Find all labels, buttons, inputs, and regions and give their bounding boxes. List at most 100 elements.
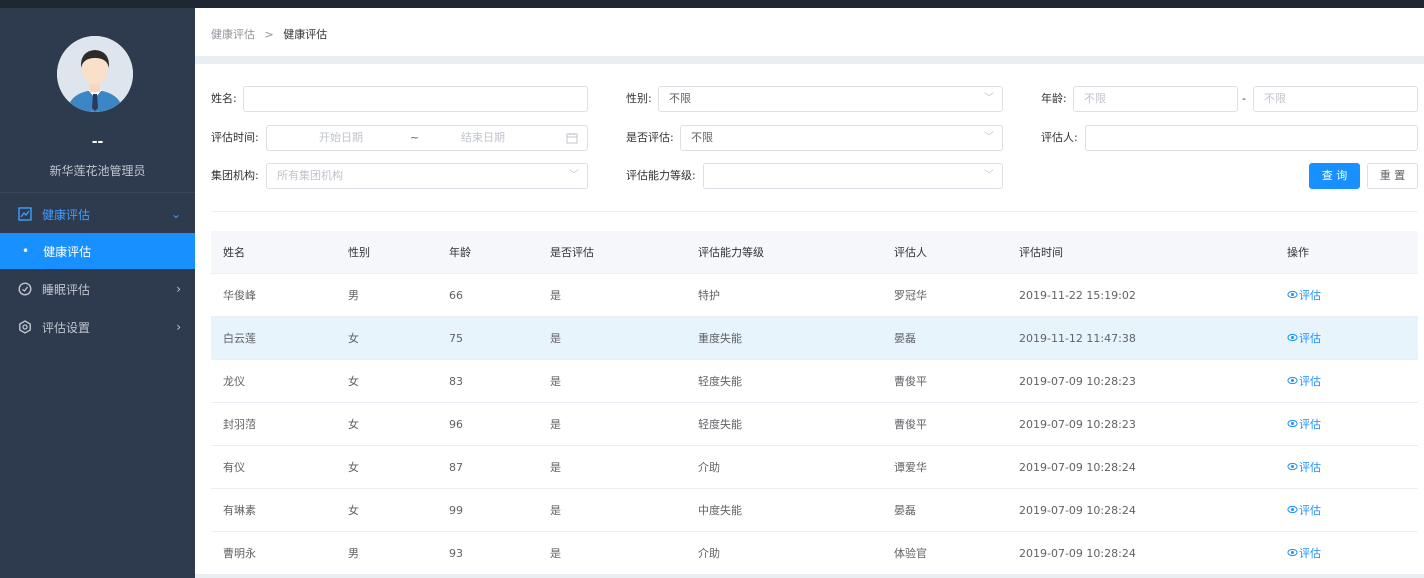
- age-max-input[interactable]: 不限: [1253, 86, 1418, 112]
- org-placeholder: 所有集团机构: [277, 169, 343, 182]
- cell-assessor: 罗冠华: [894, 289, 927, 302]
- assess-label: 评估: [1299, 332, 1321, 345]
- sidebar: -- 新华莲花池管理员 健康评估 ⌄ • 健康评估 睡眠评估 › 评估设置 ›: [0, 8, 195, 578]
- age-min-input[interactable]: 不限: [1073, 86, 1238, 112]
- cell-time: 2019-11-12 11:47:38: [1019, 332, 1136, 345]
- table-row[interactable]: 封羽菬 女 96 是 轻度失能 曹俊平 2019-07-09 10:28:23 评估: [211, 403, 1418, 446]
- assess-label: 评估: [1299, 289, 1321, 302]
- cell-name: 华俊峰: [223, 289, 256, 302]
- column-header-assessor: 评估人: [894, 246, 927, 259]
- column-header-name: 姓名: [223, 246, 245, 259]
- table-header: 姓名 性别 年龄 是否评估 评估能力等级 评估人 评估时间 操作: [211, 231, 1418, 274]
- avatar[interactable]: [57, 36, 133, 112]
- main-content: 健康评估 > 健康评估 姓名: 性别: 不限 ﹀ 年龄: 不限 - 不限 评估时…: [195, 8, 1424, 578]
- assess-button[interactable]: 评估: [1287, 360, 1321, 403]
- start-date-placeholder[interactable]: 开始日期: [319, 126, 363, 150]
- gender-label: 性别:: [626, 92, 652, 105]
- column-header-age: 年龄: [449, 246, 471, 259]
- cell-assessed: 是: [550, 504, 561, 517]
- chevron-right-icon: ›: [176, 320, 181, 334]
- assess-button[interactable]: 评估: [1287, 489, 1321, 532]
- cell-gender: 女: [348, 332, 359, 345]
- table-row[interactable]: 曹明永 男 93 是 介助 体验官 2019-07-09 10:28:24 评估: [211, 532, 1418, 575]
- assessed-selected-value: 不限: [691, 131, 713, 144]
- eye-icon: [1287, 548, 1298, 557]
- cell-time: 2019-07-09 10:28:23: [1019, 375, 1136, 388]
- sidebar-subitem-health-assessment[interactable]: • 健康评估: [0, 233, 195, 269]
- user-name: --: [91, 134, 104, 150]
- assess-label: 评估: [1299, 547, 1321, 560]
- sidebar-item-assessment-settings[interactable]: 评估设置 ›: [0, 309, 195, 345]
- assessor-input[interactable]: [1085, 125, 1418, 151]
- cell-assessed: 是: [550, 375, 561, 388]
- cell-gender: 女: [348, 504, 359, 517]
- table-row[interactable]: 有仪 女 87 是 介助 谭爱华 2019-07-09 10:28:24 评估: [211, 446, 1418, 489]
- cell-name: 有琳素: [223, 504, 256, 517]
- cell-assessed: 是: [550, 461, 561, 474]
- breadcrumb-current: 健康评估: [283, 28, 328, 41]
- cell-assessor: 体验官: [894, 547, 927, 560]
- level-label: 评估能力等级:: [626, 169, 696, 182]
- cell-level: 介助: [698, 461, 720, 474]
- table-row[interactable]: 华俊峰 男 66 是 特护 罗冠华 2019-11-22 15:19:02 评估: [211, 274, 1418, 317]
- cell-name: 封羽菬: [223, 418, 256, 431]
- settings-icon: [19, 320, 31, 334]
- cell-assessor: 晏磊: [894, 504, 916, 517]
- column-header-assessed: 是否评估: [550, 246, 594, 259]
- column-header-time: 评估时间: [1019, 246, 1063, 259]
- eye-icon: [1287, 462, 1298, 471]
- name-label: 姓名:: [211, 92, 237, 105]
- query-button[interactable]: 查 询: [1309, 163, 1360, 189]
- sidebar-item-sleep-assessment[interactable]: 睡眠评估 ›: [0, 271, 195, 307]
- table-row[interactable]: 龙仪 女 83 是 轻度失能 曹俊平 2019-07-09 10:28:23 评估: [211, 360, 1418, 403]
- age-min-placeholder: 不限: [1084, 92, 1106, 105]
- assessed-select[interactable]: 不限 ﹀: [680, 125, 1003, 151]
- cell-assessed: 是: [550, 547, 561, 560]
- date-range-picker[interactable]: 开始日期 ~ 结束日期: [266, 125, 588, 151]
- cell-assessed: 是: [550, 418, 561, 431]
- cell-time: 2019-07-09 10:28:24: [1019, 504, 1136, 517]
- table-row[interactable]: 白云莲 女 75 是 重度失能 晏磊 2019-11-12 11:47:38 评估: [211, 317, 1418, 360]
- assess-label: 评估: [1299, 375, 1321, 388]
- assess-button[interactable]: 评估: [1287, 446, 1321, 489]
- top-bar: [0, 0, 1424, 8]
- column-header-level: 评估能力等级: [698, 246, 764, 259]
- sidebar-item-label: 睡眠评估: [42, 282, 91, 297]
- name-input[interactable]: [243, 86, 588, 112]
- chevron-down-icon: ﹀: [984, 93, 994, 104]
- cell-gender: 女: [348, 461, 359, 474]
- cell-assessed: 是: [550, 289, 561, 302]
- assessment-table: 姓名 性别 年龄 是否评估 评估能力等级 评估人 评估时间 操作 华俊峰男 66 是…: [211, 231, 1418, 575]
- org-label: 集团机构:: [211, 169, 259, 182]
- reset-button[interactable]: 重 置: [1367, 163, 1418, 189]
- org-select[interactable]: 所有集团机构 ﹀: [266, 163, 588, 189]
- assess-button[interactable]: 评估: [1287, 274, 1321, 317]
- cell-age: 96: [449, 418, 463, 431]
- chart-icon: [18, 207, 32, 221]
- eye-icon: [1287, 290, 1298, 299]
- cell-time: 2019-07-09 10:28:23: [1019, 418, 1136, 431]
- breadcrumb: 健康评估 > 健康评估: [195, 8, 1424, 56]
- sidebar-item-label: 健康评估: [43, 244, 92, 259]
- assess-button[interactable]: 评估: [1287, 317, 1321, 360]
- assess-button[interactable]: 评估: [1287, 403, 1321, 446]
- end-date-placeholder[interactable]: 结束日期: [461, 126, 505, 150]
- assess-label: 评估: [1299, 418, 1321, 431]
- gender-select[interactable]: 不限 ﹀: [658, 86, 1003, 112]
- time-label: 评估时间:: [211, 131, 259, 144]
- cell-name: 曹明永: [223, 547, 256, 560]
- breadcrumb-separator: >: [264, 28, 274, 41]
- chevron-right-icon: ›: [176, 282, 181, 296]
- breadcrumb-root[interactable]: 健康评估: [211, 28, 255, 41]
- sidebar-item-health-assessment[interactable]: 健康评估 ⌄: [0, 196, 195, 232]
- level-select[interactable]: ﹀: [703, 163, 1003, 189]
- chevron-down-icon: ﹀: [984, 132, 994, 143]
- assess-button[interactable]: 评估: [1287, 532, 1321, 575]
- cell-age: 99: [449, 504, 463, 517]
- cell-gender: 女: [348, 418, 359, 431]
- cell-assessor: 曹俊平: [894, 375, 927, 388]
- date-range-separator: ~: [410, 131, 420, 144]
- cell-assessor: 曹俊平: [894, 418, 927, 431]
- table-row[interactable]: 有琳素 女 99 是 中度失能 晏磊 2019-07-09 10:28:24 评估: [211, 489, 1418, 532]
- sidebar-item-label: 评估设置: [42, 320, 91, 335]
